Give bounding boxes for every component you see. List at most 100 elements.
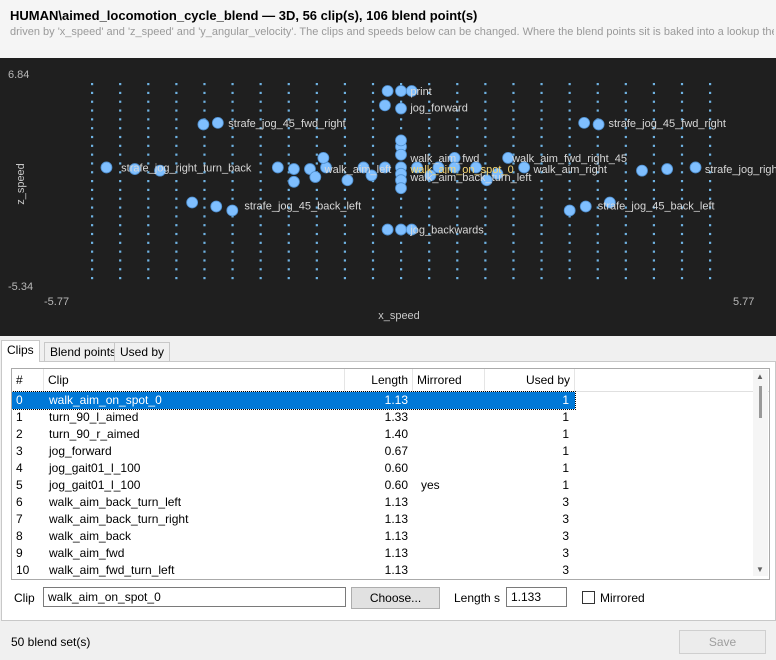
grid-dot (428, 197, 431, 200)
table-row[interactable]: 7 walk_aim_back_turn_right 1.13 3 (12, 511, 575, 528)
blend-point[interactable] (563, 204, 576, 217)
blend-point[interactable] (210, 200, 223, 213)
tab-blend-points[interactable]: Blend points (44, 342, 123, 361)
column-header-used-by[interactable]: Used by (485, 369, 575, 391)
grid-dot (91, 197, 94, 200)
blend-point[interactable] (661, 163, 674, 175)
length-input[interactable] (506, 587, 567, 607)
grid-dot (624, 171, 627, 174)
grid-dot (624, 232, 627, 236)
grid-dot (175, 215, 178, 218)
blend-point[interactable] (636, 164, 648, 177)
blend-point[interactable] (197, 118, 210, 131)
grid-dot (400, 250, 403, 253)
point-label: walk_aim_left (324, 164, 392, 176)
column-header-mirrored[interactable]: Mirrored (413, 369, 485, 391)
table-row[interactable]: 2 turn_90_r_aimed 1.40 1 (12, 426, 575, 443)
blend-point[interactable] (317, 152, 330, 164)
blend-point[interactable] (579, 200, 592, 213)
grid-dot (175, 135, 178, 139)
blend-point[interactable] (309, 171, 322, 183)
blend-point[interactable] (578, 116, 591, 129)
blend-point[interactable] (287, 163, 300, 175)
grid-dot (456, 135, 459, 139)
clips-table[interactable]: # Clip Length Mirrored Used by 0 walk_aim… (11, 368, 770, 580)
blend-point[interactable] (287, 175, 300, 188)
table-row[interactable]: 0 walk_aim_on_spot_0 1.13 1 (12, 391, 576, 410)
grid-dot (680, 215, 684, 218)
grid-dot (596, 268, 599, 271)
table-row[interactable]: 9 walk_aim_fwd 1.13 3 (12, 545, 575, 562)
scroll-down-icon[interactable]: ▼ (756, 565, 764, 574)
blend-point[interactable] (341, 174, 354, 187)
scroll-up-icon[interactable]: ▲ (756, 372, 764, 381)
tab-clips[interactable]: Clips (1, 340, 40, 362)
table-row[interactable]: 8 walk_aim_back 1.13 3 (12, 528, 575, 545)
table-scrollbar[interactable]: ▲ ▼ (753, 370, 768, 576)
blend-point[interactable] (592, 118, 605, 131)
grid-dot (203, 250, 206, 253)
scrollbar-thumb[interactable] (759, 386, 762, 418)
grid-dot (512, 118, 515, 121)
row-length: 1.33 (384, 410, 408, 424)
grid-dot (315, 188, 318, 192)
blend-point[interactable] (379, 99, 391, 112)
grid-dot (343, 100, 347, 103)
table-row[interactable]: 10 walk_aim_fwd_turn_left 1.13 3 (12, 562, 575, 579)
table-row[interactable]: 3 jog_forward 0.67 1 (12, 443, 575, 460)
grid-dot (456, 241, 459, 244)
grid-dot (343, 188, 347, 192)
column-header-length[interactable]: Length (345, 369, 413, 391)
grid-dot (428, 135, 431, 139)
blend-point[interactable] (271, 161, 284, 174)
table-row[interactable]: 1 turn_90_l_aimed 1.33 1 (12, 409, 575, 426)
grid-dot (512, 232, 515, 236)
grid-dot (512, 197, 515, 200)
blend-point[interactable] (381, 223, 394, 236)
save-button[interactable]: Save (679, 630, 766, 654)
grid-dot (680, 259, 684, 262)
grid-dot (119, 135, 122, 139)
blend-point[interactable] (226, 204, 239, 217)
grid-dot (428, 250, 431, 253)
blend-point[interactable] (395, 223, 407, 236)
grid-dot (400, 277, 403, 280)
description-text: driven by 'x_speed' and 'z_speed' and 'y… (10, 26, 774, 38)
grid-dot (540, 109, 543, 112)
grid-dot (287, 224, 290, 227)
grid-dot (231, 241, 234, 244)
grid-dot (624, 91, 627, 95)
blend-point[interactable] (689, 161, 702, 174)
blend-point[interactable] (395, 148, 407, 161)
column-header-index[interactable]: # (12, 369, 44, 391)
blend-point[interactable] (381, 85, 394, 97)
blend-space-plot[interactable]: 6.84 -5.34 -5.77 5.77 x_speed z_speed pr… (0, 58, 776, 336)
clip-name-input[interactable] (43, 587, 346, 607)
blend-point[interactable] (100, 161, 113, 174)
blend-point[interactable] (395, 85, 407, 97)
grid-dot (709, 135, 712, 139)
grid-dot (119, 197, 122, 200)
blend-space-canvas[interactable]: 6.84 -5.34 -5.77 5.77 x_speed z_speed pr… (0, 58, 776, 336)
blend-point[interactable] (186, 196, 199, 209)
table-row[interactable]: 6 walk_aim_back_turn_left 1.13 3 (12, 494, 575, 511)
table-row[interactable]: 4 jog_gait01_l_100 0.60 1 (12, 460, 575, 477)
mirrored-checkbox[interactable] (582, 591, 595, 604)
grid-dot (596, 188, 599, 192)
blend-point[interactable] (395, 102, 407, 115)
blend-point[interactable] (211, 116, 224, 129)
grid-dot (287, 144, 290, 147)
grid-dot (624, 109, 627, 112)
blend-point[interactable] (395, 134, 407, 147)
table-row[interactable]: 5 jog_gait01_l_100 0.60 yes 1 (12, 477, 575, 494)
grid-dot (540, 118, 543, 121)
choose-button[interactable]: Choose... (351, 587, 440, 609)
grid-dot (568, 144, 571, 147)
grid-dot (568, 91, 571, 95)
blend-point[interactable] (395, 182, 407, 195)
grid-dot (484, 100, 487, 103)
tab-used-by[interactable]: Used by (114, 342, 171, 361)
grid-dot (680, 135, 684, 139)
column-header-clip[interactable]: Clip (44, 369, 345, 391)
grid-dot (175, 197, 178, 200)
